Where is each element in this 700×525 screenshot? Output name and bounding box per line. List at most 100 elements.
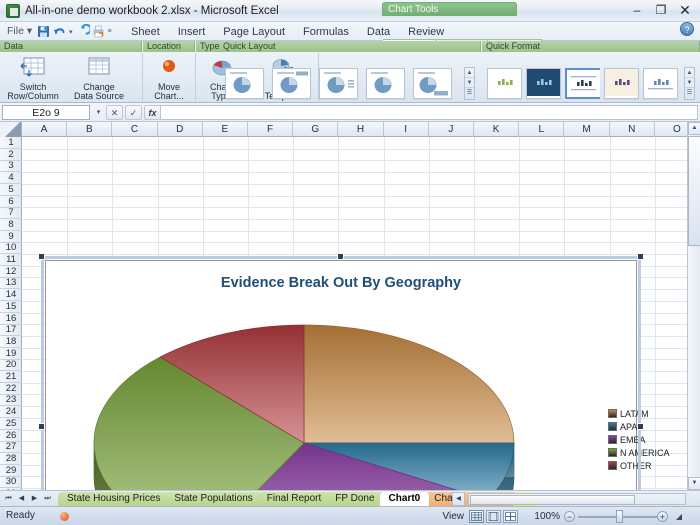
column-header-c[interactable]: C	[112, 122, 157, 137]
column-header-d[interactable]: D	[158, 122, 203, 137]
record-macro-icon[interactable]	[60, 512, 69, 521]
row-header-11[interactable]: 11	[0, 254, 22, 266]
row-header-22[interactable]: 22	[0, 383, 22, 395]
quick-layout-option-4[interactable]	[366, 68, 405, 99]
row-header-15[interactable]: 15	[0, 301, 22, 313]
chart-object[interactable]: Evidence Break Out By Geography LATAMAPA…	[45, 260, 637, 490]
page-layout-view-button[interactable]	[486, 510, 501, 523]
row-header-30[interactable]: 30	[0, 476, 22, 488]
sheet-tab-state-populations[interactable]: State Populations	[165, 492, 261, 506]
pie-slice-latam[interactable]	[304, 325, 514, 443]
horizontal-scrollbar[interactable]	[468, 493, 686, 505]
legend-item-other[interactable]: OTHER	[608, 459, 670, 472]
scroll-up-button[interactable]: ▲	[688, 122, 700, 135]
insert-function-icon[interactable]: fx	[144, 105, 161, 120]
row-header-14[interactable]: 14	[0, 289, 22, 301]
resize-handle-w[interactable]	[38, 423, 45, 430]
legend-item-latam[interactable]: LATAM	[608, 407, 670, 420]
quick-layout-option-2[interactable]	[272, 68, 311, 99]
quick-layout-scroll-up-icon[interactable]: ▲	[465, 68, 474, 78]
resize-handle-n[interactable]	[337, 253, 344, 260]
accept-formula-icon[interactable]: ✓	[125, 105, 142, 120]
change-data-source-button[interactable]: Change Data Source	[70, 54, 128, 102]
help-icon[interactable]: ?	[680, 22, 694, 36]
row-header-24[interactable]: 24	[0, 406, 22, 418]
name-box[interactable]: E2o 9	[2, 105, 90, 120]
resize-handle-nw[interactable]	[38, 253, 45, 260]
row-header-7[interactable]: 7	[0, 207, 22, 219]
name-box-dropdown-icon[interactable]: ▾	[92, 106, 105, 119]
row-header-13[interactable]: 13	[0, 277, 22, 289]
ribbon-tab-formulas[interactable]: Formulas	[294, 24, 358, 41]
normal-view-button[interactable]	[469, 510, 484, 523]
sheet-tab-final-report[interactable]: Final Report	[258, 492, 330, 506]
save-icon[interactable]	[36, 24, 51, 39]
customize-quick-access-toolbar-arrow-icon[interactable]: ≡	[107, 28, 113, 35]
undo-dropdown-arrow-icon[interactable]: ▾	[68, 28, 74, 36]
quick-layout-scroll[interactable]: ▲▼☰	[464, 67, 475, 100]
undo-icon[interactable]	[52, 24, 67, 39]
quick-format-scroll-down-icon[interactable]: ▼	[685, 78, 694, 88]
row-header-12[interactable]: 12	[0, 266, 22, 278]
ribbon-tab-sheet[interactable]: Sheet	[122, 24, 169, 41]
zoom-level[interactable]: 100%	[534, 511, 560, 522]
sheet-tab-fp-done[interactable]: FP Done	[326, 492, 383, 506]
quick-layout-scroll-down-icon[interactable]: ▼	[465, 78, 474, 88]
switch-row-column-button[interactable]: Switch Row/Column	[4, 54, 62, 102]
redo-icon[interactable]	[75, 24, 90, 39]
quick-format-scroll[interactable]: ▲▼☰	[684, 67, 695, 100]
row-header-21[interactable]: 21	[0, 371, 22, 383]
row-header-28[interactable]: 28	[0, 453, 22, 465]
quick-format-option-5[interactable]	[643, 68, 678, 99]
maximize-button[interactable]: ❐	[650, 2, 672, 18]
row-header-5[interactable]: 5	[0, 184, 22, 196]
quick-format-option-2[interactable]	[526, 68, 561, 99]
sheet-tab-chart2[interactable]: Chart2	[425, 492, 473, 506]
column-header-f[interactable]: F	[248, 122, 293, 137]
legend-item-emea[interactable]: EMEA	[608, 433, 670, 446]
sheet-tab-chart0[interactable]: Chart0	[380, 492, 430, 506]
row-header-27[interactable]: 27	[0, 441, 22, 453]
zoom-slider[interactable]: − + ◢	[564, 510, 682, 523]
row-header-6[interactable]: 6	[0, 196, 22, 208]
column-header-i[interactable]: I	[384, 122, 429, 137]
column-header-e[interactable]: E	[203, 122, 248, 137]
column-header-l[interactable]: L	[519, 122, 564, 137]
sheet-tab-state-housing-prices[interactable]: State Housing Prices	[58, 492, 169, 506]
row-header-4[interactable]: 4	[0, 172, 22, 184]
tab-split-handle[interactable]: ◀	[452, 492, 465, 506]
row-header-29[interactable]: 29	[0, 465, 22, 477]
chart-legend[interactable]: LATAMAPACEMEAN AMERICAOTHER	[608, 407, 670, 472]
chart-title[interactable]: Evidence Break Out By Geography	[46, 275, 636, 291]
page-break-preview-button[interactable]	[503, 510, 518, 523]
move-chart-button[interactable]: Move Chart...	[140, 54, 198, 102]
resize-grip-icon[interactable]: ◢	[676, 512, 682, 521]
quick-layout-option-5[interactable]	[413, 68, 452, 99]
row-header-23[interactable]: 23	[0, 394, 22, 406]
row-header-19[interactable]: 19	[0, 348, 22, 360]
row-header-16[interactable]: 16	[0, 313, 22, 325]
resize-handle-e[interactable]	[637, 423, 644, 430]
file-menu-button[interactable]: File ▾	[3, 24, 36, 39]
horizontal-scroll-thumb[interactable]	[470, 495, 635, 505]
quick-layout-option-1[interactable]	[225, 68, 264, 99]
row-header-18[interactable]: 18	[0, 336, 22, 348]
quick-print-icon[interactable]	[91, 24, 106, 39]
minimize-button[interactable]: –	[626, 2, 648, 18]
column-header-n[interactable]: N	[610, 122, 655, 137]
row-header-26[interactable]: 26	[0, 430, 22, 442]
next-sheet-button[interactable]: ▶	[28, 493, 41, 505]
row-header-8[interactable]: 8	[0, 219, 22, 231]
formula-input[interactable]	[160, 105, 698, 120]
vertical-scroll-thumb[interactable]	[688, 136, 700, 246]
ribbon-tab-page-layout[interactable]: Page Layout	[214, 24, 294, 41]
row-header-20[interactable]: 20	[0, 359, 22, 371]
column-header-b[interactable]: B	[67, 122, 112, 137]
column-header-h[interactable]: H	[338, 122, 383, 137]
vertical-scrollbar[interactable]: ▲ ▼	[687, 122, 700, 490]
close-button[interactable]: ✕	[674, 2, 696, 18]
zoom-in-button[interactable]: +	[657, 511, 668, 522]
row-header-3[interactable]: 3	[0, 160, 22, 172]
quick-layout-more-icon[interactable]: ☰	[465, 88, 474, 99]
last-sheet-button[interactable]: ⏭	[41, 493, 54, 505]
